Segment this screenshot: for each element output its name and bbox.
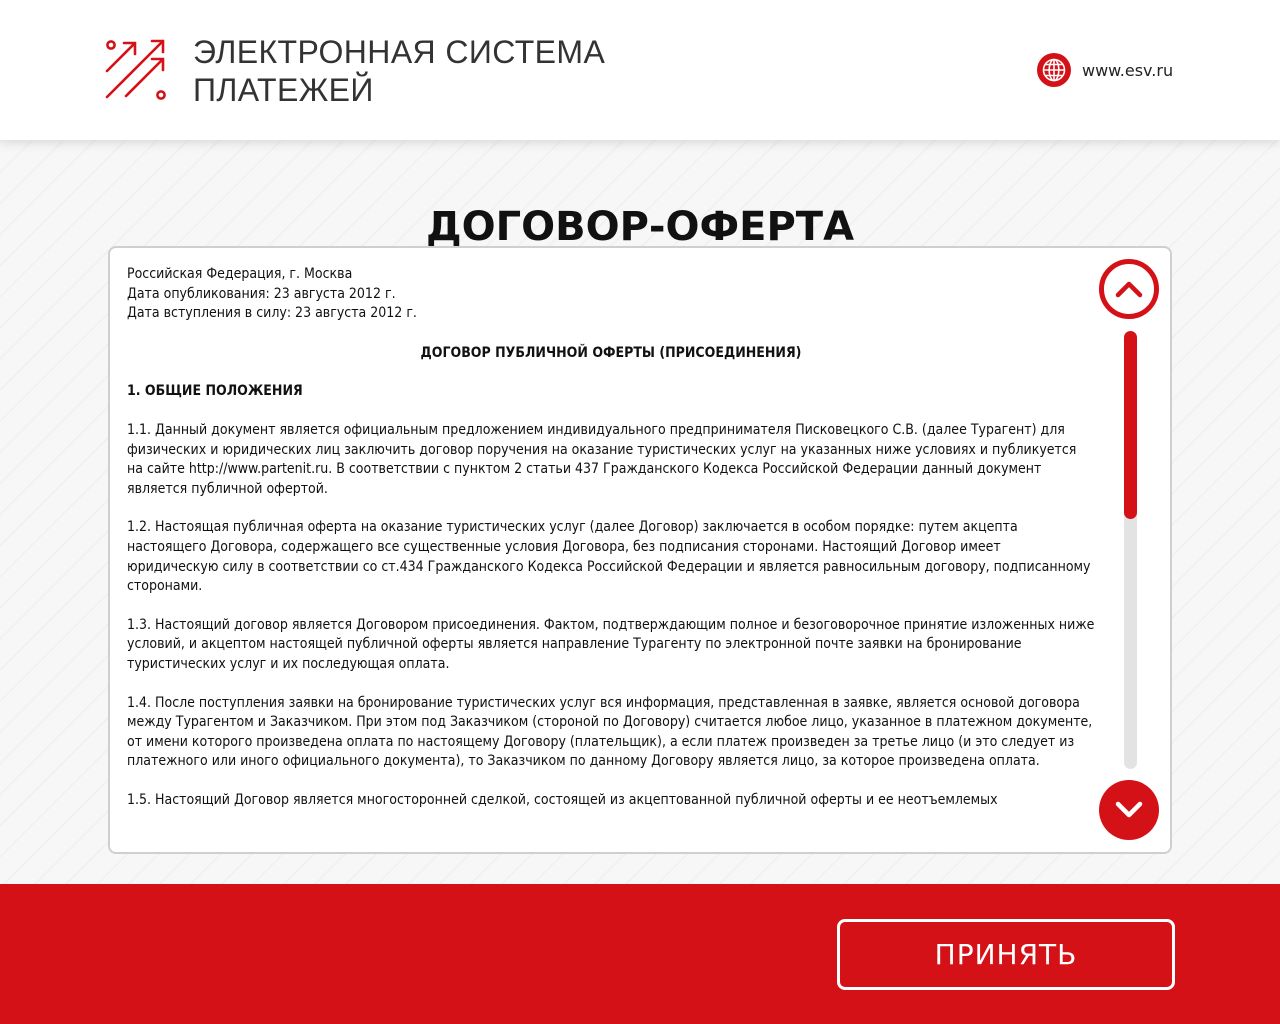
document-text: Российская Федерация, г. Москва Дата опу… [127, 265, 1095, 835]
scroll-down-button[interactable] [1099, 780, 1159, 840]
document-published-date: Дата опубликования: 23 августа 2012 г. [127, 285, 396, 302]
paragraph-1-5: 1.5. Настоящий Договор является многосто… [127, 791, 998, 808]
growth-arrows-icon [105, 39, 166, 100]
paragraph-1-3: 1.3. Настоящий договор является Договоро… [127, 616, 1095, 672]
brand-line-2: ПЛАТЕЖЕЙ [193, 72, 374, 108]
paragraph-1-4: 1.4. После поступления заявки на брониро… [127, 694, 1093, 770]
footer: ПРИНЯТЬ [0, 884, 1280, 1024]
site-url[interactable]: www.esv.ru [1082, 61, 1173, 80]
section-heading: 1. ОБЩИЕ ПОЛОЖЕНИЯ [127, 383, 303, 400]
globe-icon [1037, 53, 1071, 87]
contract-heading: ДОГОВОР ПУБЛИЧНОЙ ОФЕРТЫ (ПРИСОЕДИНЕНИЯ) [420, 344, 802, 361]
paragraph-1-2: 1.2. Настоящая публичная оферта на оказа… [127, 519, 1091, 595]
document-effective-date: Дата вступления в силу: 23 августа 2012 … [127, 305, 417, 322]
scroll-up-button[interactable] [1099, 259, 1159, 319]
brand-line-1: ЭЛЕКТРОННАЯ СИСТЕМА [193, 34, 606, 70]
header: ЭЛЕКТРОННАЯ СИСТЕМА ПЛАТЕЖЕЙ www.esv.ru [0, 0, 1280, 140]
scrollbar-track[interactable] [1124, 331, 1137, 769]
paragraph-1-1: 1.1. Данный документ является официальны… [127, 421, 1077, 497]
scrollbar-thumb[interactable] [1124, 331, 1137, 520]
accept-button[interactable]: ПРИНЯТЬ [837, 919, 1175, 990]
chevron-up-icon [1115, 281, 1143, 298]
page-title: ДОГОВОР-ОФЕРТА [425, 203, 855, 250]
chevron-down-icon [1115, 801, 1143, 818]
document-panel: Российская Федерация, г. Москва Дата опу… [108, 246, 1172, 854]
document-place: Российская Федерация, г. Москва [127, 266, 353, 282]
site-link[interactable]: www.esv.ru [1036, 52, 1173, 88]
brand-name: ЭЛЕКТРОННАЯ СИСТЕМА ПЛАТЕЖЕЙ [193, 33, 605, 109]
